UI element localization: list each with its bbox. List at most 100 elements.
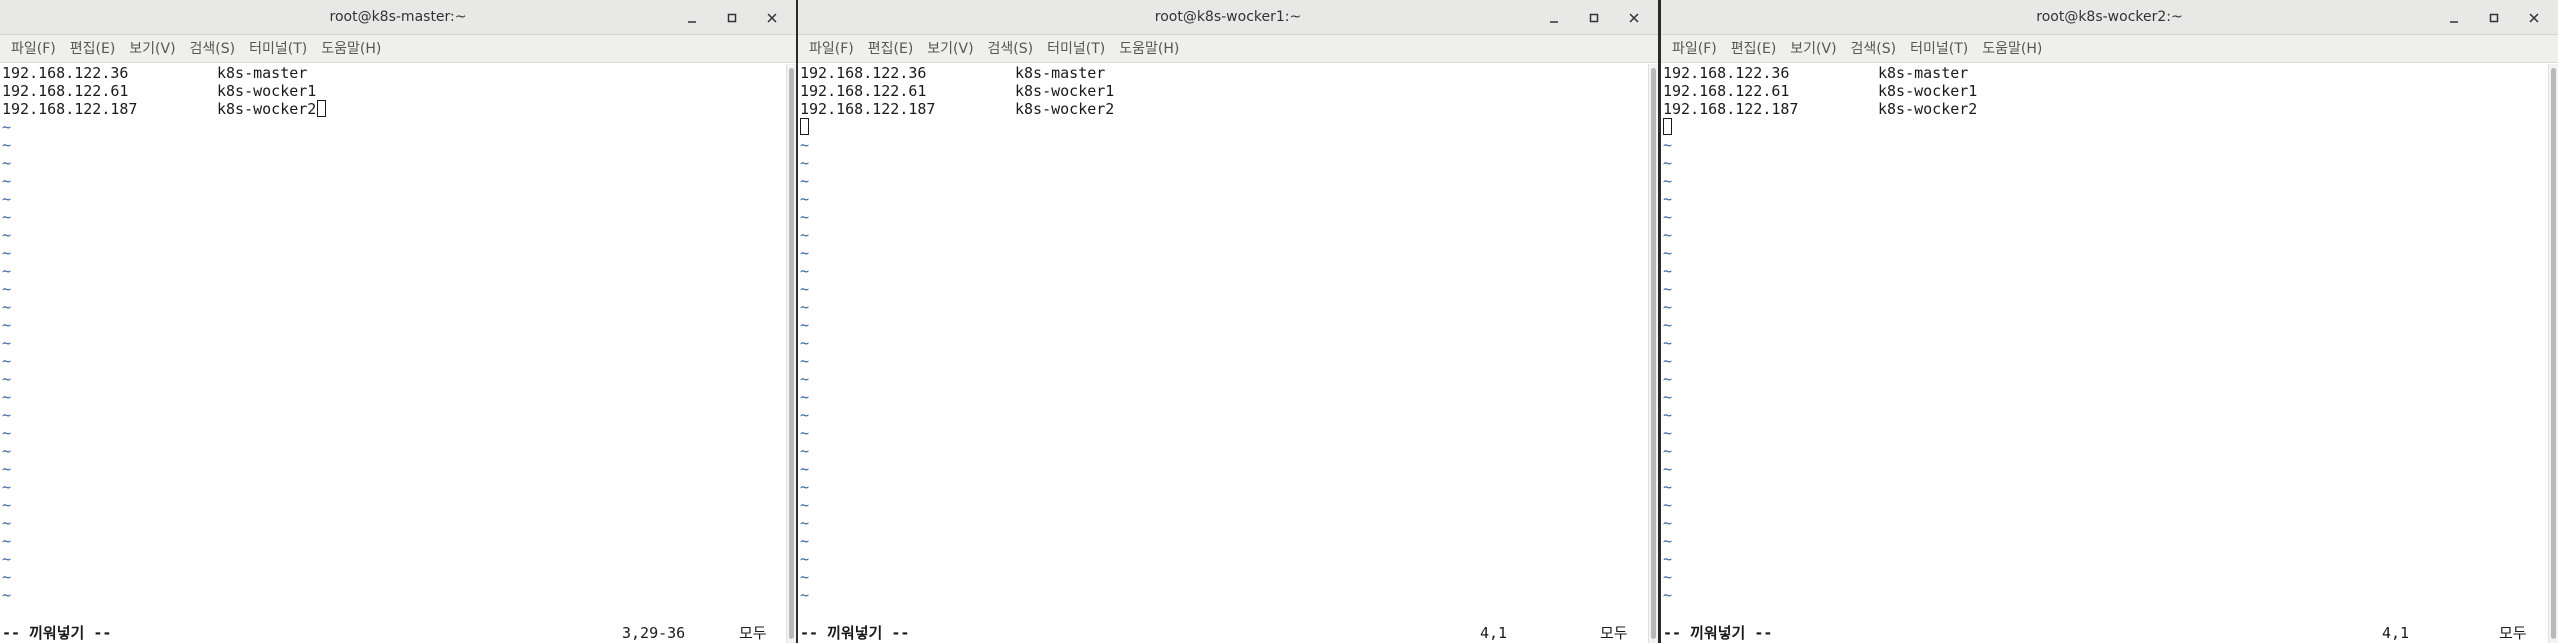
cursor-line (800, 118, 1114, 136)
minimize-button[interactable] (672, 3, 712, 33)
empty-line-marker: ~ (800, 226, 810, 244)
close-icon (2529, 12, 2539, 23)
host-line: 192.168.122.187 k8s-wocker2 (1663, 100, 1977, 118)
menu-view[interactable]: 보기(V) (920, 35, 980, 63)
close-button[interactable] (2514, 3, 2554, 33)
empty-line-marker: ~ (2, 568, 12, 586)
empty-line-marker: ~ (800, 550, 810, 568)
empty-line-marker: ~ (2, 334, 12, 352)
menu-edit[interactable]: 편집(E) (861, 35, 921, 63)
empty-line-marker: ~ (1663, 316, 1673, 334)
scrollbar[interactable] (2548, 64, 2558, 643)
menu-edit[interactable]: 편집(E) (63, 35, 123, 63)
scrollbar-thumb[interactable] (2551, 68, 2556, 639)
title-bar[interactable]: root@k8s-wocker1:~ (798, 0, 1658, 35)
maximize-button[interactable] (1574, 3, 1614, 33)
host-name: k8s-master (1878, 64, 1969, 82)
empty-line-marker: ~ (800, 244, 810, 262)
menu-terminal[interactable]: 터미널(T) (1040, 35, 1112, 63)
empty-line-marker: ~ (2, 136, 12, 154)
menu-search[interactable]: 검색(S) (981, 35, 1041, 63)
empty-line-marker: ~ (800, 334, 810, 352)
empty-line-marker: ~ (800, 568, 810, 586)
host-line: 192.168.122.187 k8s-wocker2 (2, 100, 327, 118)
menu-search[interactable]: 검색(S) (1844, 35, 1904, 63)
empty-line-marker: ~ (2, 586, 12, 604)
menu-terminal[interactable]: 터미널(T) (1903, 35, 1975, 63)
menu-help[interactable]: 도움말(H) (1975, 35, 2049, 63)
empty-line-marker: ~ (2, 352, 12, 370)
vim-status-line: -- 끼워넣기 -- 4,1 모두 (800, 624, 1648, 642)
host-ip: 192.168.122.61 (1663, 82, 1790, 100)
maximize-button[interactable] (712, 3, 752, 33)
maximize-button[interactable] (2474, 3, 2514, 33)
empty-line-marker: ~ (2, 172, 12, 190)
empty-line-marker: ~ (1663, 388, 1673, 406)
empty-line-marker: ~ (1663, 550, 1673, 568)
cursor-line (1663, 118, 1977, 136)
cursor-position: 4,1 (2382, 624, 2410, 642)
insert-mode-label: -- 끼워넣기 -- (1663, 624, 1773, 642)
empty-line-marker: ~ (1663, 244, 1673, 262)
terminal-window-master[interactable]: root@k8s-master:~ 파일(F) 편집(E) 보기(V) 검색(S… (0, 0, 796, 643)
terminal-area[interactable]: 192.168.122.36 k8s-master 192.168.122.61 k… (798, 64, 1648, 643)
host-line: 192.168.122.61 k8s-wocker1 (800, 82, 1114, 100)
empty-line-marker: ~ (800, 190, 810, 208)
cursor-position: 4,1 (1480, 624, 1508, 642)
editor-lines: 192.168.122.36 k8s-master 192.168.122.61 k… (2, 64, 327, 604)
menu-bar: 파일(F) 편집(E) 보기(V) 검색(S) 터미널(T) 도움말(H) (798, 35, 1658, 63)
text-cursor (800, 118, 809, 135)
scrollbar[interactable] (786, 64, 796, 643)
empty-line-marker: ~ (800, 406, 810, 424)
empty-line-marker: ~ (2, 316, 12, 334)
empty-line-marker: ~ (2, 388, 12, 406)
host-line: 192.168.122.61 k8s-wocker1 (2, 82, 326, 100)
minimize-button[interactable] (1534, 3, 1574, 33)
title-bar[interactable]: root@k8s-wocker2:~ (1661, 0, 2558, 35)
host-name: k8s-wocker2 (1878, 100, 1978, 118)
empty-line-marker: ~ (1663, 478, 1673, 496)
close-button[interactable] (752, 3, 792, 33)
menu-help[interactable]: 도움말(H) (314, 35, 388, 63)
menu-help[interactable]: 도움말(H) (1112, 35, 1186, 63)
empty-line-marker: ~ (2, 370, 12, 388)
scrollbar-thumb[interactable] (1651, 68, 1656, 639)
minimize-button[interactable] (2434, 3, 2474, 33)
empty-line-marker: ~ (800, 262, 810, 280)
menu-search[interactable]: 검색(S) (183, 35, 243, 63)
empty-line-marker: ~ (2, 226, 12, 244)
menu-edit[interactable]: 편집(E) (1724, 35, 1784, 63)
empty-line-marker: ~ (2, 244, 12, 262)
insert-mode-label: -- 끼워넣기 -- (800, 624, 910, 642)
empty-line-marker: ~ (2, 208, 12, 226)
host-name: k8s-wocker1 (1878, 82, 1978, 100)
empty-line-marker: ~ (800, 388, 810, 406)
terminal-area[interactable]: 192.168.122.36 k8s-master 192.168.122.61 k… (1661, 64, 2548, 643)
menu-file[interactable]: 파일(F) (1665, 35, 1724, 63)
empty-line-marker: ~ (1663, 442, 1673, 460)
menu-view[interactable]: 보기(V) (122, 35, 182, 63)
close-button[interactable] (1614, 3, 1654, 33)
title-bar[interactable]: root@k8s-master:~ (0, 0, 796, 35)
scrollbar[interactable] (1648, 64, 1658, 643)
scrollbar-thumb[interactable] (789, 68, 794, 639)
terminal-window-wocker1[interactable]: root@k8s-wocker1:~ 파일(F) 편집(E) 보기(V) 검색(… (798, 0, 1658, 643)
host-line: 192.168.122.36 k8s-master (1663, 64, 1977, 82)
terminal-area[interactable]: 192.168.122.36 k8s-master 192.168.122.61 k… (0, 64, 786, 643)
empty-line-marker: ~ (800, 442, 810, 460)
host-name: k8s-wocker1 (1015, 82, 1115, 100)
empty-line-marker: ~ (2, 460, 12, 478)
empty-line-marker: ~ (2, 298, 12, 316)
menu-file[interactable]: 파일(F) (802, 35, 861, 63)
empty-line-marker: ~ (2, 118, 12, 136)
empty-line-marker: ~ (2, 442, 12, 460)
host-name: k8s-wocker2 (1015, 100, 1115, 118)
menu-terminal[interactable]: 터미널(T) (242, 35, 314, 63)
menu-view[interactable]: 보기(V) (1783, 35, 1843, 63)
host-name: k8s-master (1015, 64, 1106, 82)
terminal-window-wocker2[interactable]: root@k8s-wocker2:~ 파일(F) 편집(E) 보기(V) 검색(… (1661, 0, 2558, 643)
menu-file[interactable]: 파일(F) (4, 35, 63, 63)
host-line: 192.168.122.187 k8s-wocker2 (800, 100, 1114, 118)
empty-line-marker: ~ (800, 532, 810, 550)
insert-mode-label: -- 끼워넣기 -- (2, 624, 112, 642)
